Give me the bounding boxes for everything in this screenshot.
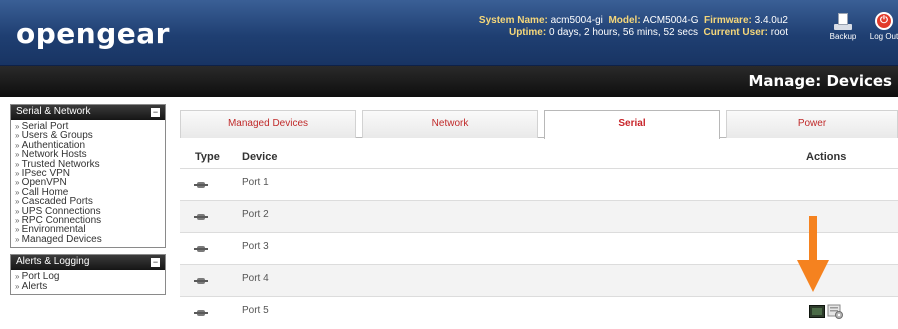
current-user-label: Current User:	[703, 27, 768, 38]
system-name-label: System Name:	[478, 15, 548, 26]
collapse-icon[interactable]: −	[151, 108, 160, 117]
column-header-actions: Actions	[806, 151, 847, 163]
console-icon[interactable]	[809, 305, 825, 318]
collapse-icon[interactable]: −	[151, 258, 160, 268]
serial-port-icon	[194, 182, 208, 188]
arrow-down-icon	[797, 216, 829, 292]
model-value: ACM5004-G	[642, 15, 699, 26]
device-name[interactable]: Port 3	[242, 241, 269, 252]
opengear-logo: opengear	[16, 17, 170, 50]
table-row[interactable]: Port 1	[180, 168, 898, 200]
alerts-logging-menu-list: Port Log Alerts	[11, 270, 165, 294]
table-row[interactable]: Port 3	[180, 232, 898, 264]
serial-port-icon	[194, 310, 208, 316]
serial-network-menu-title: Serial & Network	[16, 106, 91, 117]
serial-port-icon	[194, 246, 208, 252]
column-header-device: Device	[242, 151, 278, 163]
alerts-logging-menu-header[interactable]: Alerts & Logging −	[11, 255, 165, 271]
uptime-label: Uptime:	[508, 27, 547, 38]
serial-network-menu: Serial & Network − Serial Port Users & G…	[10, 104, 166, 249]
table-row[interactable]: Port 5	[180, 296, 898, 328]
system-info: System Name: acm5004-gi Model: ACM5004-G…	[479, 15, 788, 39]
uptime-value: 0 days, 2 hours, 56 mins, 52 secs	[548, 27, 698, 38]
serial-network-menu-list: Serial Port Users & Groups Authenticatio…	[11, 120, 165, 247]
firmware-value: 3.4.0u2	[754, 15, 788, 26]
tab-serial[interactable]: Serial	[544, 110, 720, 139]
device-name[interactable]: Port 2	[242, 209, 269, 220]
backup-icon	[833, 12, 853, 30]
serial-port-icon	[194, 278, 208, 284]
sidebar: Serial & Network − Serial Port Users & G…	[10, 104, 166, 301]
table-row[interactable]: Port 4	[180, 264, 898, 296]
page-title: Manage: Devices	[748, 72, 892, 90]
sidebar-item-alerts[interactable]: Alerts	[15, 281, 161, 291]
tab-managed-devices[interactable]: Managed Devices	[180, 110, 356, 138]
alerts-logging-menu: Alerts & Logging − Port Log Alerts	[10, 254, 166, 296]
firmware-label: Firmware:	[704, 15, 752, 26]
tab-network[interactable]: Network	[362, 110, 538, 138]
serial-port-icon	[194, 214, 208, 220]
sidebar-item-managed-devices[interactable]: Managed Devices	[15, 234, 161, 244]
backup-button[interactable]: Backup	[825, 12, 861, 41]
system-info-line-2: Uptime: 0 days, 2 hours, 56 mins, 52 sec…	[479, 27, 788, 39]
title-bar: Manage: Devices	[0, 66, 898, 97]
device-name[interactable]: Port 5	[242, 305, 269, 316]
model-label: Model:	[608, 15, 641, 26]
tab-power[interactable]: Power	[726, 110, 898, 138]
current-user-value: root	[770, 27, 788, 38]
table-row[interactable]: Port 2	[180, 200, 898, 232]
backup-label: Backup	[829, 32, 857, 41]
column-header-type: Type	[195, 151, 220, 163]
device-name[interactable]: Port 1	[242, 177, 269, 188]
table-header: Type Device Actions	[180, 146, 898, 168]
device-name[interactable]: Port 4	[242, 273, 269, 284]
logout-button[interactable]: ⏻ Log Out	[866, 12, 898, 41]
tab-bar: Managed Devices Network Serial Power	[180, 110, 898, 139]
logout-label: Log Out	[869, 32, 898, 41]
system-info-line-1: System Name: acm5004-gi Model: ACM5004-G…	[479, 15, 788, 27]
system-name-value: acm5004-gi	[550, 15, 603, 26]
power-icon: ⏻	[875, 12, 893, 30]
config-icon[interactable]	[827, 304, 844, 320]
serial-network-menu-header[interactable]: Serial & Network −	[11, 105, 165, 120]
header-bar: opengear System Name: acm5004-gi Model: …	[0, 0, 898, 66]
alerts-logging-menu-title: Alerts & Logging	[16, 256, 90, 268]
